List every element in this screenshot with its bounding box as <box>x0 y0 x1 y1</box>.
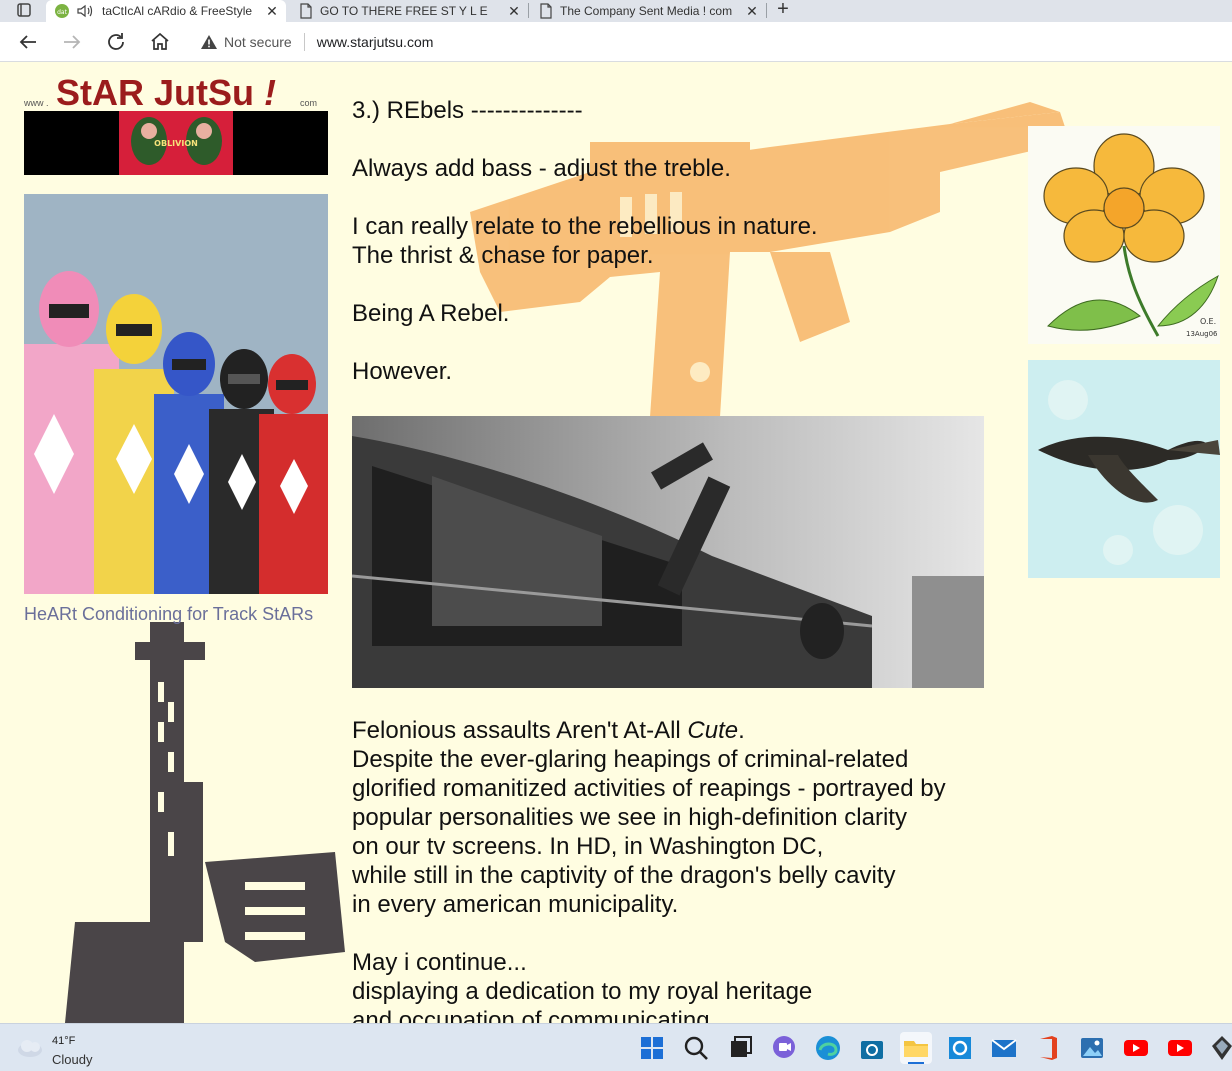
artist-signature: O.E. <box>1200 317 1216 326</box>
address-bar[interactable]: Not secure www.starjutsu.com <box>188 27 1232 57</box>
article-paragraph: Always add bass - adjust the treble. <box>352 155 731 182</box>
article-paragraph: Despite the ever-glaring heapings of cri… <box>352 746 909 773</box>
tab-close-icon[interactable]: ✕ <box>264 3 280 20</box>
page-icon <box>300 3 312 19</box>
tab-title: GO TO THERE FREE ST Y L E <box>320 4 488 18</box>
weather-condition: Cloudy <box>52 1052 93 1067</box>
task-view-icon[interactable] <box>724 1032 756 1064</box>
article-paragraph: Being A Rebel. <box>352 300 510 327</box>
app-icon[interactable] <box>1206 1032 1232 1064</box>
store-icon[interactable] <box>856 1032 888 1064</box>
youtube-icon-2[interactable] <box>1164 1032 1196 1064</box>
oblivion-banner[interactable]: OBLIVION <box>24 111 328 175</box>
chat-icon[interactable] <box>768 1032 800 1064</box>
article-paragraph: on our tv screens. In HD, in Washington … <box>352 833 824 860</box>
article-heading: 3.) REbels -------------- <box>352 97 583 124</box>
page-icon <box>540 3 552 19</box>
refresh-icon[interactable] <box>104 30 128 54</box>
back-arrow-icon[interactable] <box>16 30 40 54</box>
cloud-icon <box>18 1040 42 1057</box>
tab-title: The Company Sent Media ! com <box>560 4 733 18</box>
tab-title: taCtIcAl cARdio & FreeStyle <box>102 4 253 18</box>
cortana-icon[interactable] <box>944 1032 976 1064</box>
article-paragraph: popular personalities we see in high-def… <box>352 804 907 831</box>
article-paragraph: and occupation of communicating <box>352 1007 710 1023</box>
warning-triangle-icon[interactable] <box>200 34 218 50</box>
heart-conditioning-link[interactable]: HeARt Conditioning for Track StARs <box>24 604 313 625</box>
tab-close-icon[interactable]: ✕ <box>506 3 522 20</box>
article-paragraph: displaying a dedication to my royal heri… <box>352 978 813 1005</box>
windows-taskbar: 41°F Cloudy <box>0 1023 1232 1071</box>
office-icon[interactable] <box>1032 1032 1064 1064</box>
mail-icon[interactable] <box>988 1032 1020 1064</box>
speaker-icon[interactable] <box>76 3 94 19</box>
logo-prefix: www . <box>24 98 49 108</box>
windows-start-icon[interactable] <box>636 1032 668 1064</box>
article-paragraph: The thrist & chase for paper. <box>352 242 654 269</box>
artwork-date: 13Aug06 <box>1186 330 1218 338</box>
article-paragraph: glorified romanitized activities of reap… <box>352 775 946 802</box>
weather-widget[interactable]: 41°F Cloudy <box>16 1030 116 1067</box>
tab-company-sent-media[interactable]: The Company Sent Media ! com ✕ <box>530 0 764 22</box>
address-separator <box>303 33 305 51</box>
site-favicon-icon: dat <box>55 4 69 18</box>
article-paragraph: Felonious assaults Aren't At-All Cute. <box>352 717 745 744</box>
svg-text:dat: dat <box>57 9 67 16</box>
tab-separator <box>528 3 529 18</box>
youtube-icon[interactable] <box>1120 1032 1152 1064</box>
site-logo[interactable]: www . StAR JutSu ! com <box>24 68 329 113</box>
logo-suffix: com <box>300 98 318 108</box>
tab-separator <box>766 3 767 18</box>
weather-temperature: 41°F <box>52 1035 76 1047</box>
banner-text: OBLIVION <box>154 139 198 148</box>
article-paragraph: I can really relate to the rebellious in… <box>352 213 818 240</box>
home-icon[interactable] <box>148 30 172 54</box>
power-rangers-photo[interactable] <box>24 194 328 594</box>
url-text[interactable]: www.starjutsu.com <box>317 34 434 50</box>
article-paragraph: May i continue... <box>352 949 527 976</box>
background-dark-rifle-graphic <box>65 622 345 1023</box>
article-paragraph: However. <box>352 358 453 385</box>
not-secure-label[interactable]: Not secure <box>224 34 292 50</box>
new-tab-button[interactable]: + <box>773 0 793 22</box>
oblivion-banner-art: OBLIVION <box>119 111 233 175</box>
flower-drawing[interactable]: O.E. 13Aug06 <box>1028 126 1220 344</box>
car-window-photo[interactable] <box>352 416 984 688</box>
web-page: www . StAR JutSu ! com OBLIVION HeARt Co… <box>0 62 1232 1023</box>
logo-name: StAR JutSu ! <box>56 72 277 113</box>
tab-tactical-cardio[interactable]: dat taCtIcAl cARdio & FreeStyle ✕ <box>46 0 286 22</box>
file-explorer-icon[interactable] <box>900 1032 932 1064</box>
article-paragraph: in every american municipality. <box>352 891 679 918</box>
search-icon[interactable] <box>680 1032 712 1064</box>
forward-arrow-icon[interactable] <box>60 30 84 54</box>
browser-toolbar: Not secure www.starjutsu.com <box>0 22 1232 62</box>
photos-icon[interactable] <box>1076 1032 1108 1064</box>
tab-go-to-there[interactable]: GO TO THERE FREE ST Y L E ✕ <box>290 0 526 22</box>
bird-drawing[interactable] <box>1028 360 1220 578</box>
article-paragraph: while still in the captivity of the drag… <box>352 862 896 889</box>
tab-close-icon[interactable]: ✕ <box>744 3 760 20</box>
tab-strip: dat taCtIcAl cARdio & FreeStyle ✕ GO TO … <box>0 0 1232 22</box>
edge-icon[interactable] <box>812 1032 844 1064</box>
tab-actions-icon[interactable] <box>8 1 38 21</box>
